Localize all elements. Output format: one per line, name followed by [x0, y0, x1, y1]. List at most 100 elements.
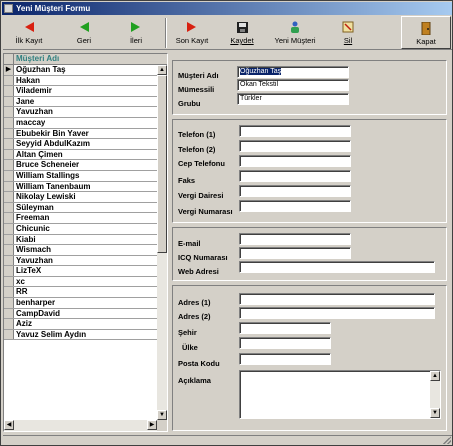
- list-item[interactable]: Nikolay Lewiski: [4, 192, 157, 203]
- list-item[interactable]: Yavuzhan: [4, 107, 157, 118]
- customer-name-cell: Oğuzhan Taş: [16, 65, 66, 74]
- list-item[interactable]: Jane: [4, 96, 157, 108]
- horizontal-scrollbar[interactable]: ◀ ▶: [4, 420, 157, 431]
- list-item[interactable]: Freeman: [4, 213, 157, 224]
- row-indicator: ▶: [4, 65, 14, 75]
- notes-label: Açıklama: [178, 376, 211, 385]
- row-indicator: [4, 117, 14, 128]
- phone1-field[interactable]: [239, 125, 351, 137]
- city-field[interactable]: [239, 322, 331, 334]
- row-indicator: [4, 213, 14, 223]
- customer-name-field[interactable]: Oğuzhan Taş: [237, 66, 349, 78]
- icq-field[interactable]: [239, 247, 351, 259]
- customer-name-cell: LizTeX: [16, 266, 42, 276]
- fax-field[interactable]: [239, 170, 351, 182]
- list-item[interactable]: Bruce Scheneier: [4, 160, 157, 171]
- representative-label: Mümessili: [178, 85, 215, 94]
- vertical-scroll-thumb[interactable]: [157, 75, 167, 253]
- tax-office-label: Vergi Dairesi: [178, 191, 224, 200]
- web-field[interactable]: [239, 261, 435, 273]
- tax-office-field[interactable]: [239, 185, 351, 197]
- list-column-header[interactable]: Müşteri Adı: [14, 54, 59, 64]
- list-item[interactable]: benharper: [4, 298, 157, 309]
- new-customer-button[interactable]: Yeni Müşteri: [267, 16, 323, 49]
- close-button[interactable]: Kapat: [401, 16, 451, 49]
- contact-phone-group: Telefon (1) Telefon (2) Cep Telefonu Fak…: [172, 119, 447, 223]
- customer-name-cell: Yavuzhan: [16, 107, 53, 117]
- group-field[interactable]: Türkler: [237, 93, 349, 105]
- list-item[interactable]: Kiabi: [4, 234, 157, 246]
- list-item[interactable]: Aziz: [4, 319, 157, 330]
- list-item[interactable]: Yavuzhan: [4, 255, 157, 267]
- notes-scroll-down-button[interactable]: ▼: [430, 408, 440, 418]
- list-item[interactable]: xc: [4, 276, 157, 288]
- customer-name-cell: Ebubekir Bin Yaver: [16, 128, 89, 138]
- address2-label: Adres (2): [178, 312, 211, 321]
- list-item[interactable]: maccay: [4, 117, 157, 129]
- address2-field[interactable]: [239, 307, 435, 319]
- customer-name-cell: William Tanenbaum: [16, 181, 91, 191]
- prev-label: Geri: [76, 36, 92, 45]
- prev-button[interactable]: Geri: [61, 16, 107, 49]
- customer-name-value: Oğuzhan Taş: [240, 68, 282, 75]
- mobile-label: Cep Telefonu: [178, 159, 225, 168]
- title-bar[interactable]: Yeni Müşteri Formu: [2, 2, 452, 15]
- resize-grip[interactable]: [443, 436, 451, 444]
- tax-number-field[interactable]: [239, 200, 351, 212]
- customer-name-cell: Altan Çimen: [16, 149, 63, 159]
- city-label: Şehir: [178, 328, 197, 337]
- last-record-button[interactable]: Son Kayıt: [169, 16, 215, 49]
- app-icon: [4, 4, 13, 13]
- representative-field[interactable]: Okan Tekstil: [237, 79, 349, 91]
- scroll-down-button[interactable]: ▼: [157, 410, 167, 420]
- list-item[interactable]: RR: [4, 287, 157, 299]
- delete-button[interactable]: Sil: [327, 16, 369, 49]
- phone1-label: Telefon (1): [178, 130, 216, 139]
- notes-scroll-up-button[interactable]: ▲: [430, 371, 440, 381]
- customer-name-cell: Jane: [16, 96, 35, 106]
- last-record-icon: [185, 20, 199, 34]
- scroll-up-button[interactable]: ▲: [157, 65, 167, 75]
- list-item[interactable]: Süleyman: [4, 202, 157, 214]
- list-item[interactable]: Yavuz Selim Aydın: [4, 329, 157, 341]
- postal-code-field[interactable]: [239, 353, 331, 365]
- close-label: Kapat: [416, 37, 436, 46]
- list-item[interactable]: Chicunic: [4, 223, 157, 235]
- vertical-scrollbar[interactable]: ▲ ▼: [157, 65, 167, 420]
- mobile-field[interactable]: [239, 155, 351, 167]
- notes-scrollbar[interactable]: ▲ ▼: [430, 371, 440, 418]
- customer-name-cell: Yavuzhan: [16, 255, 53, 265]
- phone2-field[interactable]: [239, 140, 351, 152]
- list-item[interactable]: LizTeX: [4, 266, 157, 277]
- list-item[interactable]: Hakan: [4, 75, 157, 87]
- country-field[interactable]: [239, 337, 331, 349]
- row-indicator: [4, 128, 14, 139]
- list-item[interactable]: Vilademir: [4, 86, 157, 97]
- row-indicator: [4, 276, 14, 287]
- list-item[interactable]: CampDavid: [4, 308, 157, 320]
- first-record-icon: [22, 20, 36, 34]
- scroll-left-button[interactable]: ◀: [4, 420, 14, 430]
- list-item[interactable]: Ebubekir Bin Yaver: [4, 128, 157, 140]
- save-label: Kaydet: [230, 36, 254, 45]
- list-item[interactable]: Wismach: [4, 245, 157, 256]
- list-item[interactable]: Altan Çimen: [4, 149, 157, 161]
- customer-list[interactable]: Müşteri Adı ▶ Oğuzhan Taş Hakan Vilademir Ja…: [3, 53, 168, 432]
- address1-field[interactable]: [239, 293, 435, 305]
- save-button[interactable]: Kaydet: [221, 16, 263, 49]
- scroll-right-button[interactable]: ▶: [147, 420, 157, 430]
- list-item[interactable]: ▶ Oğuzhan Taş: [4, 65, 157, 76]
- email-field[interactable]: [239, 233, 351, 245]
- notes-textarea[interactable]: ▲ ▼: [239, 370, 441, 419]
- email-label: E-mail: [178, 239, 201, 248]
- customer-name-cell: Aziz: [16, 319, 32, 329]
- tax-number-label: Vergi Numarası: [178, 207, 233, 216]
- row-indicator: [4, 96, 14, 107]
- list-item[interactable]: Seyyid AbdulKazım: [4, 139, 157, 150]
- first-record-label: İlk Kayıt: [15, 36, 43, 45]
- list-item[interactable]: William Tanenbaum: [4, 181, 157, 193]
- first-record-button[interactable]: İlk Kayıt: [5, 16, 53, 49]
- next-button[interactable]: İleri: [113, 16, 159, 49]
- toolbar-separator: [165, 18, 167, 48]
- list-item[interactable]: William Stallings: [4, 170, 157, 182]
